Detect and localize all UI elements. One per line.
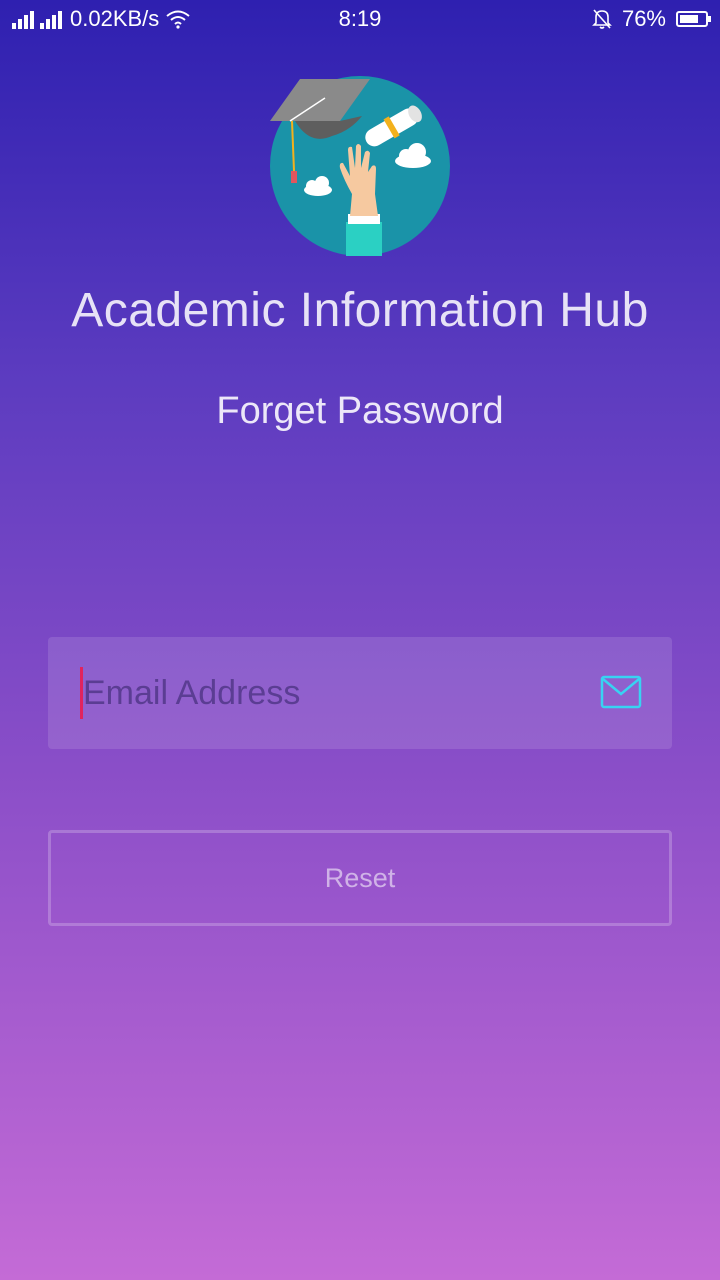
email-field-container[interactable] (48, 637, 672, 749)
battery-icon (676, 11, 711, 27)
email-field[interactable] (80, 667, 583, 719)
graduation-cap-diploma-icon (270, 76, 450, 256)
mail-icon (600, 675, 642, 709)
reset-button[interactable]: Reset (48, 830, 672, 926)
bell-muted-icon (592, 9, 612, 29)
battery-fill (680, 15, 699, 23)
status-bar: 0.02KB/s 8:19 76% (0, 0, 720, 36)
app-title: Academic Information Hub (71, 284, 649, 337)
status-right: 76% (592, 6, 711, 32)
page-title: Forget Password (216, 390, 504, 432)
battery-percent: 76% (621, 6, 666, 31)
